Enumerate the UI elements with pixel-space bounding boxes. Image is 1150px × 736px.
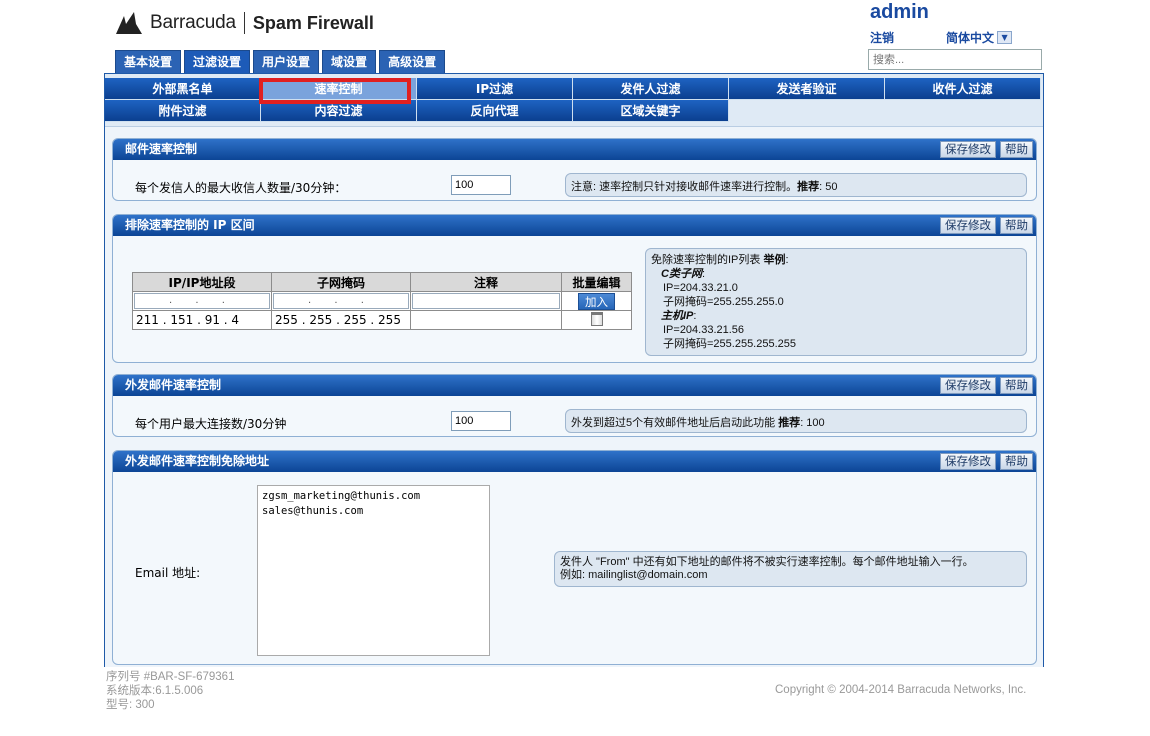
rate-label: 每个发信人的最大收信人数量/30分钟：	[135, 181, 347, 195]
barracuda-logo: Barracuda Spam Firewall	[114, 8, 374, 38]
logo-divider	[243, 12, 245, 34]
subnav-sender-filter[interactable]: 发件人过滤	[573, 78, 729, 100]
help-button[interactable]: 帮助	[1000, 217, 1033, 234]
outbound-note: 外发到超过5个有效邮件地址后启动此功能 推荐: 100	[565, 409, 1027, 433]
trash-icon[interactable]	[590, 311, 603, 326]
col-comment: 注释	[410, 272, 562, 292]
rate-note: 注意: 速率控制只针对接收邮件速率进行控制。推荐: 50	[565, 173, 1027, 197]
language-selector[interactable]: 简体中文 ▼	[946, 29, 1013, 46]
mask-input[interactable]: . . .	[273, 293, 409, 309]
note-text: 外发到超过5个有效邮件地址后启动此功能	[571, 417, 776, 429]
email-note: 发件人 "From" 中还有如下地址的邮件将不被实行速率控制。每个邮件地址输入一…	[554, 551, 1027, 587]
panel-outbound-rate: 外发邮件速率控制 保存修改 帮助 每个用户最大连接数/30分钟 外发到超过5个有…	[112, 374, 1037, 437]
row-comment	[410, 310, 562, 330]
footer-info: 序列号 #BAR-SF-679361 系统版本:6.1.5.006 型号: 30…	[106, 670, 234, 712]
note-mask2: 子网掩码=255.255.255.255	[663, 338, 797, 350]
search-input[interactable]	[868, 49, 1042, 70]
tab-advanced[interactable]: 高级设置	[379, 50, 446, 73]
panel-rate-control: 邮件速率控制 保存修改 帮助 每个发信人的最大收信人数量/30分钟： 注意: 速…	[112, 138, 1037, 201]
language-label: 简体中文	[946, 31, 995, 45]
note-value: : 50	[819, 181, 838, 193]
subnav-empty	[729, 100, 885, 122]
product-name: Spam Firewall	[252, 12, 374, 33]
brand-name: Barracuda	[150, 12, 236, 33]
main-frame: 外部黑名单 速率控制 IP过滤 发件人过滤 发送者验证 收件人过滤 附件过滤 内…	[104, 73, 1044, 667]
chevron-down-icon[interactable]: ▼	[997, 31, 1013, 44]
tab-filter[interactable]: 过滤设置	[184, 50, 251, 73]
subnav-recipient-filter[interactable]: 收件人过滤	[885, 78, 1041, 100]
max-recipients-input[interactable]	[451, 175, 511, 195]
email-line: zgsm_marketing@thunis.com	[262, 490, 421, 502]
panel-title: 排除速率控制的 IP 区间	[125, 218, 255, 232]
note-ip2: IP=204.33.21.56	[663, 324, 745, 336]
save-button[interactable]: 保存修改	[940, 453, 996, 470]
email-line: sales@thunis.com	[262, 505, 364, 517]
comment-input[interactable]	[412, 293, 560, 309]
help-button[interactable]: 帮助	[1000, 453, 1033, 470]
note-host: 主机IP	[661, 310, 694, 322]
row-ip: 211 . 151 . 91 . 4	[132, 310, 272, 330]
tab-users[interactable]: 用户设置	[253, 50, 320, 73]
subnav-region-keyword[interactable]: 区域关键字	[573, 100, 729, 122]
subnav-sender-auth[interactable]: 发送者验证	[729, 78, 885, 100]
note-bold: 推荐	[778, 417, 801, 429]
firmware-version: 系统版本:6.1.5.006	[106, 685, 204, 697]
add-button[interactable]: 加入	[578, 292, 615, 310]
max-connections-input[interactable]	[451, 411, 511, 431]
note-title: 免除速率控制的IP列表	[651, 254, 761, 266]
exempt-note: 免除速率控制的IP列表 举例: C类子网: IP=204.33.21.0 子网掩…	[645, 248, 1027, 356]
save-button[interactable]: 保存修改	[940, 377, 996, 394]
panel-exempt-ip: 排除速率控制的 IP 区间 保存修改 帮助 IP/IP地址段 子网掩码 注释 批…	[112, 214, 1037, 363]
note-text: 注意: 速率控制只针对接收邮件速率进行控制。	[571, 181, 798, 193]
panel-title: 外发邮件速率控制免除地址	[125, 454, 270, 468]
subnav-attachment-filter[interactable]: 附件过滤	[105, 100, 261, 122]
note-bold: 推荐	[797, 181, 820, 193]
table-row: 211 . 151 . 91 . 4 255 . 255 . 255 . 255	[132, 310, 632, 330]
col-ip: IP/IP地址段	[132, 272, 272, 292]
note-c-class: C类子网	[661, 268, 702, 280]
copyright: Copyright © 2004-2014 Barracuda Networks…	[775, 684, 1027, 696]
sub-nav: 外部黑名单 速率控制 IP过滤 发件人过滤 发送者验证 收件人过滤 附件过滤 内…	[105, 78, 1043, 122]
panel-title: 邮件速率控制	[125, 142, 198, 156]
save-button[interactable]: 保存修改	[940, 217, 996, 234]
tab-basic[interactable]: 基本设置	[115, 50, 182, 73]
subnav-ip-filter[interactable]: IP过滤	[417, 78, 573, 100]
note-line2: 例如: mailinglist@domain.com	[560, 569, 708, 581]
col-mask: 子网掩码	[271, 272, 411, 292]
content-area: 邮件速率控制 保存修改 帮助 每个发信人的最大收信人数量/30分钟： 注意: 速…	[105, 126, 1043, 667]
subnav-content-filter[interactable]: 内容过滤	[261, 100, 417, 122]
row-mask: 255 . 255 . 255 . 255	[271, 310, 411, 330]
note-ip1: IP=204.33.21.0	[663, 282, 738, 294]
subnav-reverse-proxy[interactable]: 反向代理	[417, 100, 573, 122]
panel-title: 外发邮件速率控制	[125, 378, 222, 392]
subnav-external-blacklist[interactable]: 外部黑名单	[105, 78, 261, 100]
username: admin	[870, 1, 929, 23]
note-mask1: 子网掩码=255.255.255.0	[663, 296, 784, 308]
note-line1: 发件人 "From" 中还有如下地址的邮件将不被实行速率控制。每个邮件地址输入一…	[560, 556, 974, 568]
help-button[interactable]: 帮助	[1000, 377, 1033, 394]
subnav-empty	[885, 100, 1041, 122]
barracuda-logo-icon	[116, 12, 142, 34]
note-example: 举例	[763, 254, 786, 266]
serial-number: 序列号 #BAR-SF-679361	[106, 671, 235, 683]
save-button[interactable]: 保存修改	[940, 141, 996, 158]
help-button[interactable]: 帮助	[1000, 141, 1033, 158]
outbound-label: 每个用户最大连接数/30分钟	[135, 417, 287, 431]
ip-table: IP/IP地址段 子网掩码 注释 批量编辑 . . . . . . 加入 211…	[132, 272, 632, 330]
subnav-rate-control[interactable]: 速率控制	[261, 78, 417, 100]
main-tabs: 基本设置 过滤设置 用户设置 域设置 高级设置	[115, 50, 446, 73]
note-value: : 100	[800, 417, 825, 429]
col-bulk-edit[interactable]: 批量编辑	[561, 272, 632, 292]
model-number: 型号: 300	[106, 699, 155, 711]
email-label: Email 地址:	[135, 566, 201, 580]
tab-domains[interactable]: 域设置	[322, 50, 377, 73]
logout-link[interactable]: 注销	[870, 29, 894, 46]
new-row: . . . . . . 加入	[132, 291, 632, 311]
panel-outbound-exempt: 外发邮件速率控制免除地址 保存修改 帮助 Email 地址: zgsm_mark…	[112, 450, 1037, 665]
ip-input[interactable]: . . .	[134, 293, 270, 309]
email-textarea[interactable]: zgsm_marketing@thunis.com sales@thunis.c…	[257, 485, 490, 656]
